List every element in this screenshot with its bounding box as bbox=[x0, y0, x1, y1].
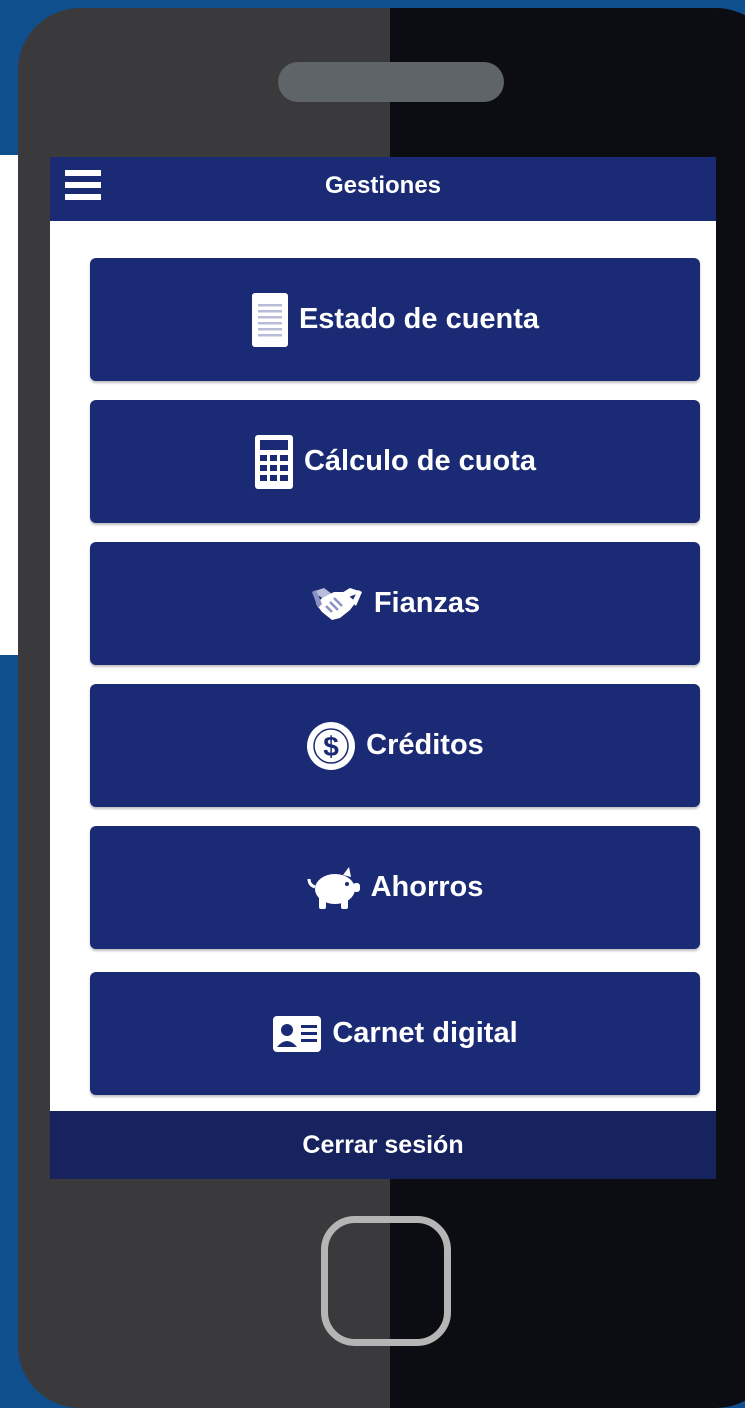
svg-text:$: $ bbox=[323, 731, 339, 762]
ahorros-button[interactable]: Ahorros bbox=[90, 826, 700, 949]
carnet-digital-label: Carnet digital bbox=[332, 1017, 518, 1049]
ahorros-label: Ahorros bbox=[370, 871, 484, 903]
handshake-icon bbox=[310, 584, 364, 624]
fianzas-button[interactable]: Fianzas bbox=[90, 542, 700, 665]
piggy-bank-icon bbox=[307, 865, 361, 911]
fianzas-label: Fianzas bbox=[373, 587, 481, 619]
phone-home-button[interactable] bbox=[321, 1216, 451, 1346]
app-screen: Gestiones Estado de cuenta Cálculo de cu… bbox=[50, 157, 716, 1179]
estado-de-cuenta-label: Estado de cuenta bbox=[298, 303, 540, 335]
logout-button[interactable]: Cerrar sesión bbox=[50, 1111, 716, 1179]
estado-de-cuenta-button[interactable]: Estado de cuenta bbox=[90, 258, 700, 381]
logout-label: Cerrar sesión bbox=[302, 1130, 464, 1159]
app-bar: Gestiones bbox=[50, 157, 716, 221]
calculator-icon bbox=[254, 434, 294, 490]
creditos-label: Créditos bbox=[366, 729, 484, 761]
page-title: Gestiones bbox=[324, 172, 442, 199]
creditos-button[interactable]: $ Créditos bbox=[90, 684, 700, 807]
phone-speaker bbox=[278, 62, 504, 102]
id-card-icon bbox=[272, 1015, 322, 1053]
calculo-de-cuota-button[interactable]: Cálculo de cuota bbox=[90, 400, 700, 523]
carnet-digital-button[interactable]: Carnet digital bbox=[90, 972, 700, 1095]
document-icon bbox=[251, 292, 289, 348]
calculo-de-cuota-label: Cálculo de cuota bbox=[303, 445, 537, 477]
dollar-coin-icon: $ bbox=[306, 721, 356, 771]
